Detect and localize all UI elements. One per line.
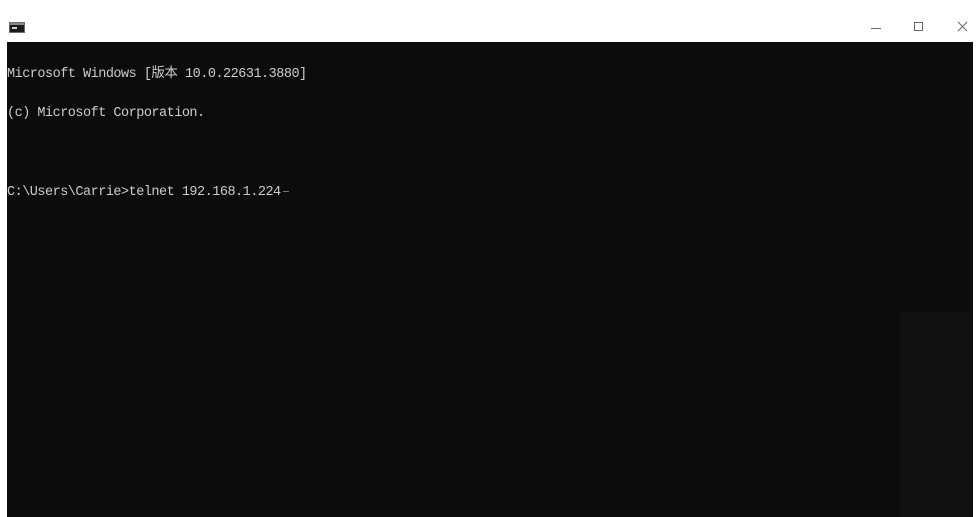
prompt-path: C:\Users\Carrie> bbox=[7, 185, 129, 200]
maximize-icon bbox=[914, 22, 923, 31]
minimize-icon bbox=[871, 28, 881, 29]
title-bar[interactable] bbox=[0, 0, 977, 42]
console-shade bbox=[900, 312, 973, 517]
maximize-button[interactable] bbox=[904, 14, 934, 40]
command-input[interactable]: telnet 192.168.1.224 bbox=[129, 185, 282, 200]
minimize-button[interactable] bbox=[861, 14, 891, 40]
console-line-version: Microsoft Windows [版本 10.0.22631.3880] bbox=[7, 67, 307, 82]
close-icon bbox=[957, 20, 969, 32]
close-button[interactable] bbox=[948, 14, 977, 40]
console-line-copyright: (c) Microsoft Corporation. bbox=[7, 106, 205, 121]
console-app-icon[interactable] bbox=[9, 22, 25, 33]
command-prompt-window: Microsoft Windows [版本 10.0.22631.3880] (… bbox=[0, 0, 977, 517]
text-cursor bbox=[282, 190, 289, 192]
console-area[interactable]: Microsoft Windows [版本 10.0.22631.3880] (… bbox=[7, 42, 973, 517]
command-line[interactable]: C:\Users\Carrie>telnet 192.168.1.224 bbox=[7, 186, 967, 199]
console-output: Microsoft Windows [版本 10.0.22631.3880] (… bbox=[7, 42, 967, 225]
